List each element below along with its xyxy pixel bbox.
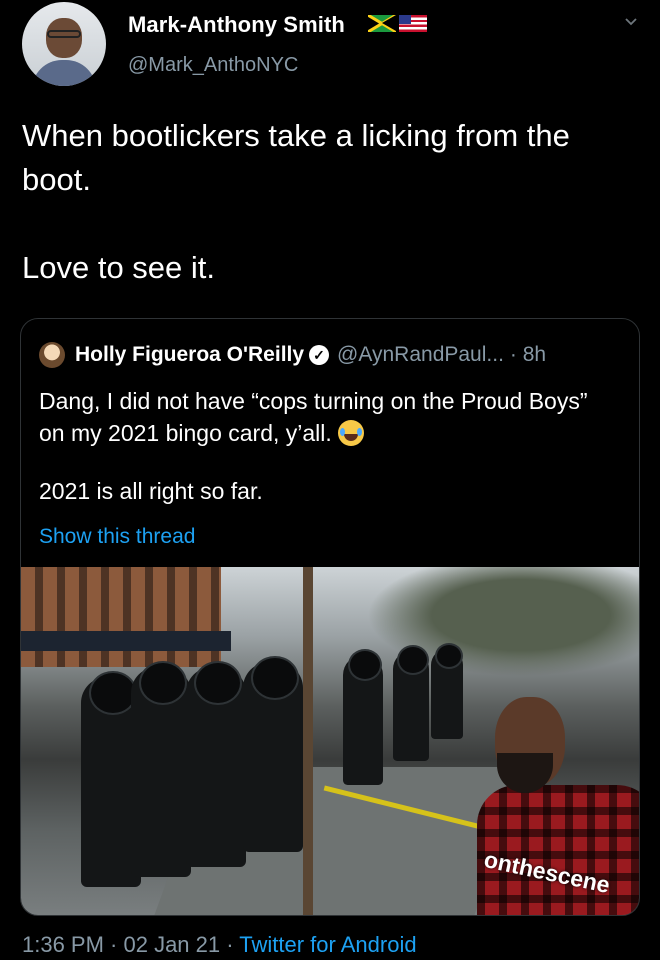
avatar-glasses [47, 30, 81, 38]
media-building [21, 567, 221, 667]
quoted-tweet-time: · 8h [509, 343, 547, 366]
verified-badge-icon: ✓ [309, 345, 330, 365]
tweet-timestamp[interactable]: 1:36 PM · 02 Jan 21 · [22, 932, 239, 957]
media-pole [303, 567, 313, 915]
flag-emojis [368, 15, 427, 32]
media-officer [393, 645, 429, 761]
chevron-down-icon[interactable] [624, 14, 638, 28]
media-officer [431, 643, 463, 739]
tweet-header: Mark-Anthony Smith @Mark_AnthoNYC [22, 0, 642, 100]
quoted-tweet-header: Holly Figueroa O'Reilly ✓ @AynRandPaul..… [39, 341, 546, 369]
media-officer [131, 661, 191, 877]
media-officer [243, 656, 303, 852]
tweet-text: When bootlickers take a licking from the… [22, 114, 632, 290]
quoted-text-line: Dang, I did not have “cops turning on th… [39, 388, 588, 446]
avatar-face [46, 18, 82, 58]
show-thread-link[interactable]: Show this thread [39, 525, 195, 549]
media-officer [343, 649, 383, 785]
quoted-text-line: 2021 is all right so far. [39, 478, 263, 504]
author-name[interactable]: Mark-Anthony Smith [128, 12, 345, 38]
quoted-author-handle[interactable]: @AynRandPaul... [337, 343, 504, 367]
tweet-footer: 1:36 PM · 02 Jan 21 · Twitter for Androi… [22, 932, 417, 958]
author-handle[interactable]: @Mark_AnthoNYC [128, 54, 298, 77]
author-avatar[interactable] [22, 2, 106, 86]
quoted-tweet[interactable]: Holly Figueroa O'Reilly ✓ @AynRandPaul..… [20, 318, 640, 916]
quoted-tweet-video[interactable]: onthescene [21, 567, 639, 915]
media-officer [186, 661, 246, 867]
media-awning [21, 631, 231, 651]
quoted-tweet-text: Dang, I did not have “cops turning on th… [39, 385, 619, 507]
quoted-author-avatar[interactable] [39, 342, 65, 368]
us-flag-icon [399, 15, 427, 32]
tears-of-joy-emoji-icon [338, 420, 365, 446]
avatar-body [32, 60, 96, 86]
tweet-source[interactable]: Twitter for Android [239, 932, 416, 957]
quoted-author-name[interactable]: Holly Figueroa O'Reilly [75, 343, 304, 367]
tweet-text-line: When bootlickers take a licking from the… [22, 118, 570, 197]
tweet-text-line: Love to see it. [22, 250, 216, 285]
media-tree [341, 567, 639, 687]
jamaica-flag-icon [368, 15, 396, 32]
